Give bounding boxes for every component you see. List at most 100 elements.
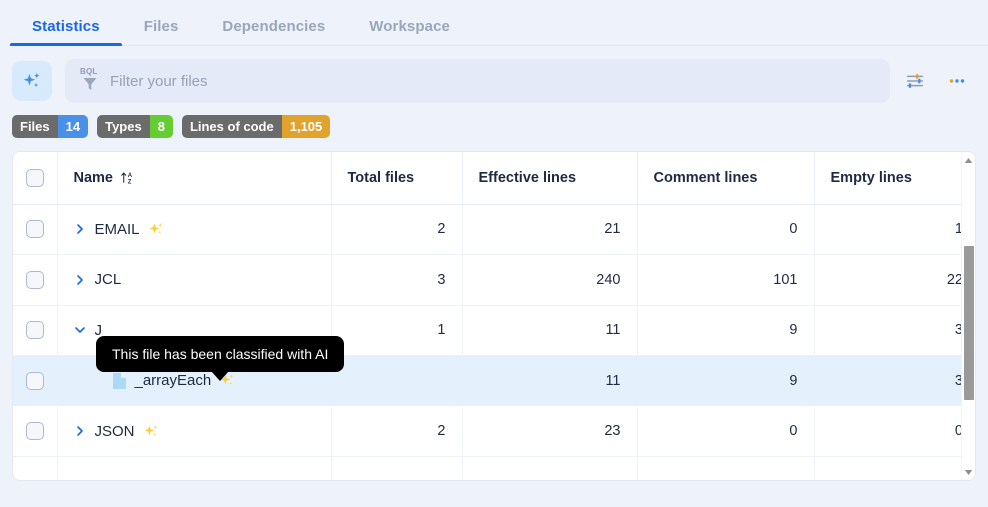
row-effective-lines: 11: [462, 355, 637, 406]
row-empty-lines: 1: [814, 204, 975, 255]
badge-lines-of-code-value: 1,105: [281, 115, 331, 138]
file-icon: [112, 372, 127, 390]
tab-statistics-label: Statistics: [32, 18, 100, 35]
filter-input[interactable]: Filter your files: [110, 73, 208, 90]
ai-assist-button[interactable]: [12, 61, 52, 101]
badge-files-value: 14: [57, 115, 89, 138]
ai-classified-sparkle-icon[interactable]: [143, 423, 160, 440]
column-header-empty-lines-label: Empty lines: [830, 169, 912, 186]
row-total-files: [331, 456, 463, 480]
row-total-files: 2: [331, 204, 463, 255]
filter-input-container[interactable]: BQL Filter your files: [65, 59, 890, 103]
tab-files-label: Files: [143, 18, 179, 35]
table-row[interactable]: JCL 3 240 101 22: [13, 254, 975, 306]
row-comment-lines: 0: [637, 406, 815, 457]
table-header-row: Name A Z Total files Effective lines Com…: [13, 152, 975, 205]
row-effective-lines: 240: [462, 254, 638, 306]
row-empty-lines: 0: [814, 406, 975, 457]
row-empty-lines: 22: [814, 254, 975, 306]
row-checkbox[interactable]: [25, 422, 44, 441]
row-name-cell: JSON: [57, 406, 332, 457]
funnel-icon: [83, 78, 97, 90]
expand-chevron-right-icon[interactable]: [74, 273, 87, 286]
row-checkbox[interactable]: [25, 321, 44, 340]
row-select-cell: [13, 355, 57, 406]
row-name-label: JCL: [94, 271, 122, 289]
row-checkbox[interactable]: [25, 371, 44, 390]
row-select-cell: [13, 456, 58, 480]
row-effective-lines: 23: [462, 406, 638, 457]
table-vertical-scrollbar[interactable]: [961, 152, 975, 480]
tab-statistics[interactable]: Statistics: [10, 18, 122, 46]
tab-dependencies-label: Dependencies: [222, 18, 326, 35]
column-header-total-files[interactable]: Total files: [331, 152, 463, 205]
row-comment-lines: 9: [637, 355, 814, 406]
badge-lines-of-code[interactable]: Lines of code 1,105: [181, 115, 331, 138]
statistics-table: Name A Z Total files Effective lines Com…: [13, 152, 975, 480]
column-header-effective-lines-label: Effective lines: [478, 169, 577, 186]
svg-text:Z: Z: [128, 180, 132, 186]
statistics-table-card: Name A Z Total files Effective lines Com…: [12, 151, 976, 481]
column-header-comment-lines-label: Comment lines: [653, 169, 758, 186]
row-name-label: _arrayEach: [134, 372, 212, 390]
scroll-down-arrow-icon[interactable]: [962, 466, 975, 478]
column-header-empty-lines[interactable]: Empty lines: [814, 152, 975, 205]
tab-workspace[interactable]: Workspace: [347, 18, 472, 46]
row-comment-lines: 0: [637, 204, 815, 255]
row-select-cell: [13, 254, 58, 306]
column-header-total-files-label: Total files: [347, 169, 415, 186]
row-checkbox[interactable]: [25, 270, 44, 289]
row-name-cell: [57, 456, 332, 480]
column-header-effective-lines[interactable]: Effective lines: [462, 152, 638, 205]
row-total-files: [331, 355, 462, 406]
expand-chevron-right-icon[interactable]: [74, 425, 87, 438]
row-empty-lines: [814, 456, 975, 480]
table-row[interactable]: JSON 2 23 0 0: [13, 406, 975, 457]
select-all-checkbox[interactable]: [25, 168, 44, 187]
column-header-name-label: Name: [73, 169, 114, 186]
row-select-cell: [13, 406, 58, 457]
select-all-header: [13, 152, 58, 205]
stats-badges: Files 14 Types 8 Lines of code 1,105: [0, 104, 988, 143]
svg-text:A: A: [128, 173, 133, 179]
table-header: Name A Z Total files Effective lines Com…: [13, 152, 975, 205]
row-name-label: JSON: [94, 422, 135, 440]
row-total-files: 1: [331, 305, 463, 356]
bql-filter-icon: BQL: [79, 67, 101, 94]
more-options-icon: [949, 79, 965, 83]
ai-classified-sparkle-icon[interactable]: [148, 221, 165, 238]
row-total-files: 3: [331, 254, 463, 306]
badge-types-value: 8: [149, 115, 173, 138]
filter-toolbar: BQL Filter your files: [0, 46, 988, 104]
row-select-cell: [13, 204, 58, 255]
badge-types-label: Types: [97, 115, 150, 138]
scroll-up-arrow-icon[interactable]: [962, 154, 975, 166]
badge-types[interactable]: Types 8: [97, 115, 173, 138]
row-checkbox[interactable]: [25, 220, 44, 239]
collapse-chevron-down-icon[interactable]: [74, 324, 87, 337]
tab-workspace-label: Workspace: [369, 18, 450, 35]
sliders-icon: [906, 74, 924, 88]
filter-settings-button[interactable]: [898, 64, 932, 98]
row-effective-lines: [462, 456, 638, 480]
column-header-name[interactable]: Name A Z: [57, 152, 332, 205]
table-row[interactable]: [13, 456, 975, 480]
row-total-files: 2: [331, 406, 463, 457]
row-comment-lines: 9: [637, 305, 815, 356]
scrollbar-thumb[interactable]: [964, 246, 974, 400]
row-select-cell: [13, 305, 58, 356]
badge-files[interactable]: Files 14: [12, 115, 89, 138]
ai-classification-tooltip: This file has been classified with AI: [96, 336, 345, 381]
tab-files[interactable]: Files: [122, 18, 201, 46]
row-name-label: EMAIL: [94, 220, 140, 238]
row-empty-lines: 3: [814, 305, 975, 356]
expand-chevron-right-icon[interactable]: [74, 223, 87, 236]
table-row[interactable]: EMAIL 2 21 0 1: [13, 204, 975, 255]
bql-label: BQL: [80, 67, 98, 76]
column-header-comment-lines[interactable]: Comment lines: [637, 152, 815, 205]
tab-dependencies[interactable]: Dependencies: [200, 18, 347, 46]
row-comment-lines: [637, 456, 815, 480]
sort-az-icon[interactable]: A Z: [120, 170, 135, 185]
row-name-cell: EMAIL: [57, 204, 332, 255]
more-options-button[interactable]: [940, 64, 974, 98]
